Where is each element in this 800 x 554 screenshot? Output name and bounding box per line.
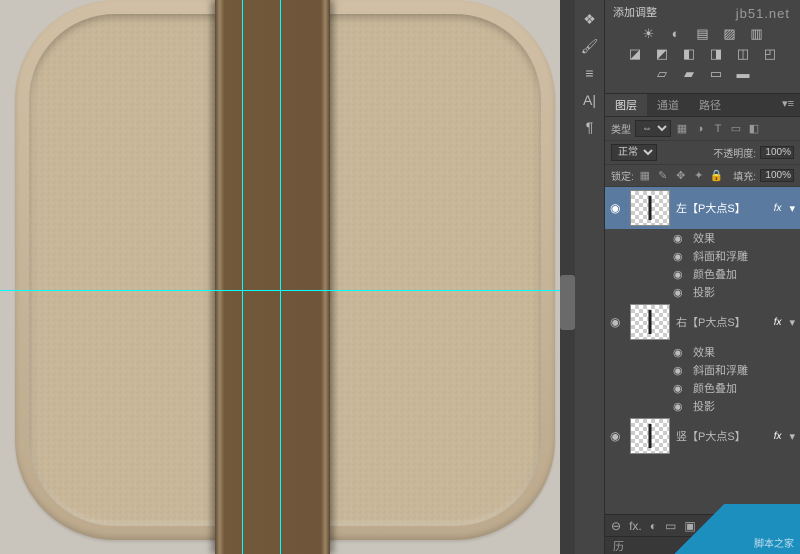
fx-bevel[interactable]: 斜面和浮雕 <box>693 362 748 378</box>
right-panels: ❖ 🖌 ≡ A| ¶ 添加调整 ☀ ◐ ▤ ▨ ▥ ◪ ◩ ◧ ◨ ◫ ◰ <box>575 0 800 554</box>
adj-curves-icon[interactable]: ▤ <box>694 25 711 42</box>
fx-badge[interactable]: fx <box>774 431 784 442</box>
visibility-icon[interactable]: ◉ <box>673 250 687 263</box>
fill-input[interactable] <box>760 169 794 182</box>
fx-list: ◉ 效果 ◉ 斜面和浮雕 ◉ 颜色叠加 ◉ 投影 <box>605 343 800 415</box>
chevron-down-icon[interactable]: ▾ <box>789 202 795 215</box>
visibility-icon[interactable]: ◉ <box>610 201 624 215</box>
guide-vertical-1[interactable] <box>242 0 243 554</box>
layer-row[interactable]: ◉ 左【P大点S】 fx ▾ ◉ 效果 ◉ 斜面和浮雕 ◉ 颜色叠加 ◉ 投影 <box>605 187 800 301</box>
fx-color-overlay[interactable]: 颜色叠加 <box>693 380 737 396</box>
adj-lut-icon[interactable]: ◫ <box>735 45 752 62</box>
panel-menu-icon[interactable]: ▾≡ <box>776 94 800 116</box>
scrollbar-thumb[interactable] <box>560 275 575 330</box>
icon-strap-shape <box>215 0 330 554</box>
adj-invert-icon[interactable]: ◰ <box>762 45 779 62</box>
guide-horizontal[interactable] <box>0 290 575 291</box>
layer-thumbnail[interactable] <box>630 418 670 454</box>
layer-name[interactable]: 左【P大点S】 <box>676 200 768 216</box>
fx-list: ◉ 效果 ◉ 斜面和浮雕 ◉ 颜色叠加 ◉ 投影 <box>605 229 800 301</box>
adj-exposure-icon[interactable]: ▨ <box>721 25 738 42</box>
layer-name[interactable]: 右【P大点S】 <box>676 314 768 330</box>
adj-photo-icon[interactable]: ◧ <box>681 45 698 62</box>
visibility-icon[interactable]: ◉ <box>673 232 687 245</box>
visibility-icon[interactable]: ◉ <box>673 268 687 281</box>
adj-levels-icon[interactable]: ◐ <box>667 25 684 42</box>
visibility-icon[interactable]: ◉ <box>610 315 624 329</box>
tab-layers[interactable]: 图层 <box>605 94 647 116</box>
guide-vertical-2[interactable] <box>280 0 281 554</box>
layer-thumbnail[interactable] <box>630 190 670 226</box>
blend-mode-select[interactable]: 正常 <box>611 144 657 161</box>
visibility-icon[interactable]: ◉ <box>610 429 624 443</box>
lock-label: 锁定: <box>611 168 634 183</box>
kind-label: 类型 <box>611 121 631 136</box>
filter-text-icon[interactable]: T <box>711 122 725 136</box>
tab-paths[interactable]: 路径 <box>689 94 731 116</box>
kind-select[interactable]: ⇔ <box>635 120 671 137</box>
opacity-input[interactable] <box>760 146 794 159</box>
layer-filter-row: 类型 ⇔ ▦ ◑ T ▭ ◧ <box>605 117 800 141</box>
visibility-icon[interactable]: ◉ <box>673 382 687 395</box>
link-icon[interactable]: ⊖ <box>611 519 621 533</box>
fx-badge[interactable]: fx <box>774 203 784 214</box>
adj-grad-icon[interactable]: ▭ <box>708 65 725 82</box>
visibility-icon[interactable]: ◉ <box>673 364 687 377</box>
visibility-icon[interactable]: ◉ <box>673 400 687 413</box>
lock-move-icon[interactable]: ✥ <box>674 169 688 183</box>
layer-thumbnail[interactable] <box>630 304 670 340</box>
adj-select-icon[interactable]: ▬ <box>735 65 752 82</box>
filter-adjust-icon[interactable]: ◑ <box>693 122 707 136</box>
layer-row[interactable]: ◉ 右【P大点S】 fx ▾ ◉ 效果 ◉ 斜面和浮雕 ◉ 颜色叠加 ◉ 投影 <box>605 301 800 415</box>
filter-smart-icon[interactable]: ◧ <box>747 122 761 136</box>
chevron-down-icon[interactable]: ▾ <box>789 316 795 329</box>
lock-all-icon[interactable]: 🔒 <box>710 169 724 183</box>
lock-art-icon[interactable]: ✦ <box>692 169 706 183</box>
chevron-down-icon[interactable]: ▾ <box>789 430 795 443</box>
panel-dock: ❖ 🖌 ≡ A| ¶ <box>575 0 605 554</box>
watermark-text: 脚本之家 <box>754 535 794 550</box>
fx-shadow[interactable]: 投影 <box>693 284 715 300</box>
lock-paint-icon[interactable]: ✎ <box>656 169 670 183</box>
layer-name[interactable]: 竖【P大点S】 <box>676 428 768 444</box>
fx-heading: 效果 <box>693 344 715 360</box>
filter-pixel-icon[interactable]: ▦ <box>675 122 689 136</box>
canvas[interactable] <box>0 0 575 554</box>
blend-row: 正常 不透明度: <box>605 141 800 165</box>
fx-shadow[interactable]: 投影 <box>693 398 715 414</box>
adj-poster-icon[interactable]: ▱ <box>654 65 671 82</box>
fill-label: 填充: <box>733 168 756 183</box>
canvas-scrollbar-v[interactable] <box>560 0 575 554</box>
para-icon[interactable]: ¶ <box>578 115 602 139</box>
lock-row: 锁定: ▦ ✎ ✥ ✦ 🔒 填充: <box>605 165 800 187</box>
adj-thresh-icon[interactable]: ▰ <box>681 65 698 82</box>
history-icon[interactable]: ❖ <box>578 7 602 31</box>
char-icon[interactable]: A| <box>578 88 602 112</box>
panel-stack: 添加调整 ☀ ◐ ▤ ▨ ▥ ◪ ◩ ◧ ◨ ◫ ◰ ▱ ▰ ▭ ▬ <box>605 0 800 554</box>
watermark-top: jb51.net <box>736 6 790 21</box>
adj-hue-icon[interactable]: ◪ <box>627 45 644 62</box>
adj-vibrance-icon[interactable]: ▥ <box>748 25 765 42</box>
adj-bw-icon[interactable]: ◩ <box>654 45 671 62</box>
layer-row[interactable]: ◉ 竖【P大点S】 fx ▾ <box>605 415 800 457</box>
adj-channel-icon[interactable]: ◨ <box>708 45 725 62</box>
fx-color-overlay[interactable]: 颜色叠加 <box>693 266 737 282</box>
filter-shape-icon[interactable]: ▭ <box>729 122 743 136</box>
fx-badge[interactable]: fx <box>774 317 784 328</box>
watermark-corner: 脚本之家 <box>640 504 800 554</box>
panel-tabs: 图层 通道 路径 ▾≡ <box>605 94 800 117</box>
visibility-icon[interactable]: ◉ <box>673 346 687 359</box>
fx-bevel[interactable]: 斜面和浮雕 <box>693 248 748 264</box>
brush-icon[interactable]: 🖌 <box>578 34 602 58</box>
lock-pixel-icon[interactable]: ▦ <box>638 169 652 183</box>
layers-list[interactable]: ◉ 左【P大点S】 fx ▾ ◉ 效果 ◉ 斜面和浮雕 ◉ 颜色叠加 ◉ 投影 ◉ <box>605 187 800 514</box>
tab-channels[interactable]: 通道 <box>647 94 689 116</box>
opacity-label: 不透明度: <box>713 145 756 160</box>
nav-icon[interactable]: ≡ <box>578 61 602 85</box>
visibility-icon[interactable]: ◉ <box>673 286 687 299</box>
fx-heading: 效果 <box>693 230 715 246</box>
adj-brightness-icon[interactable]: ☀ <box>640 25 657 42</box>
